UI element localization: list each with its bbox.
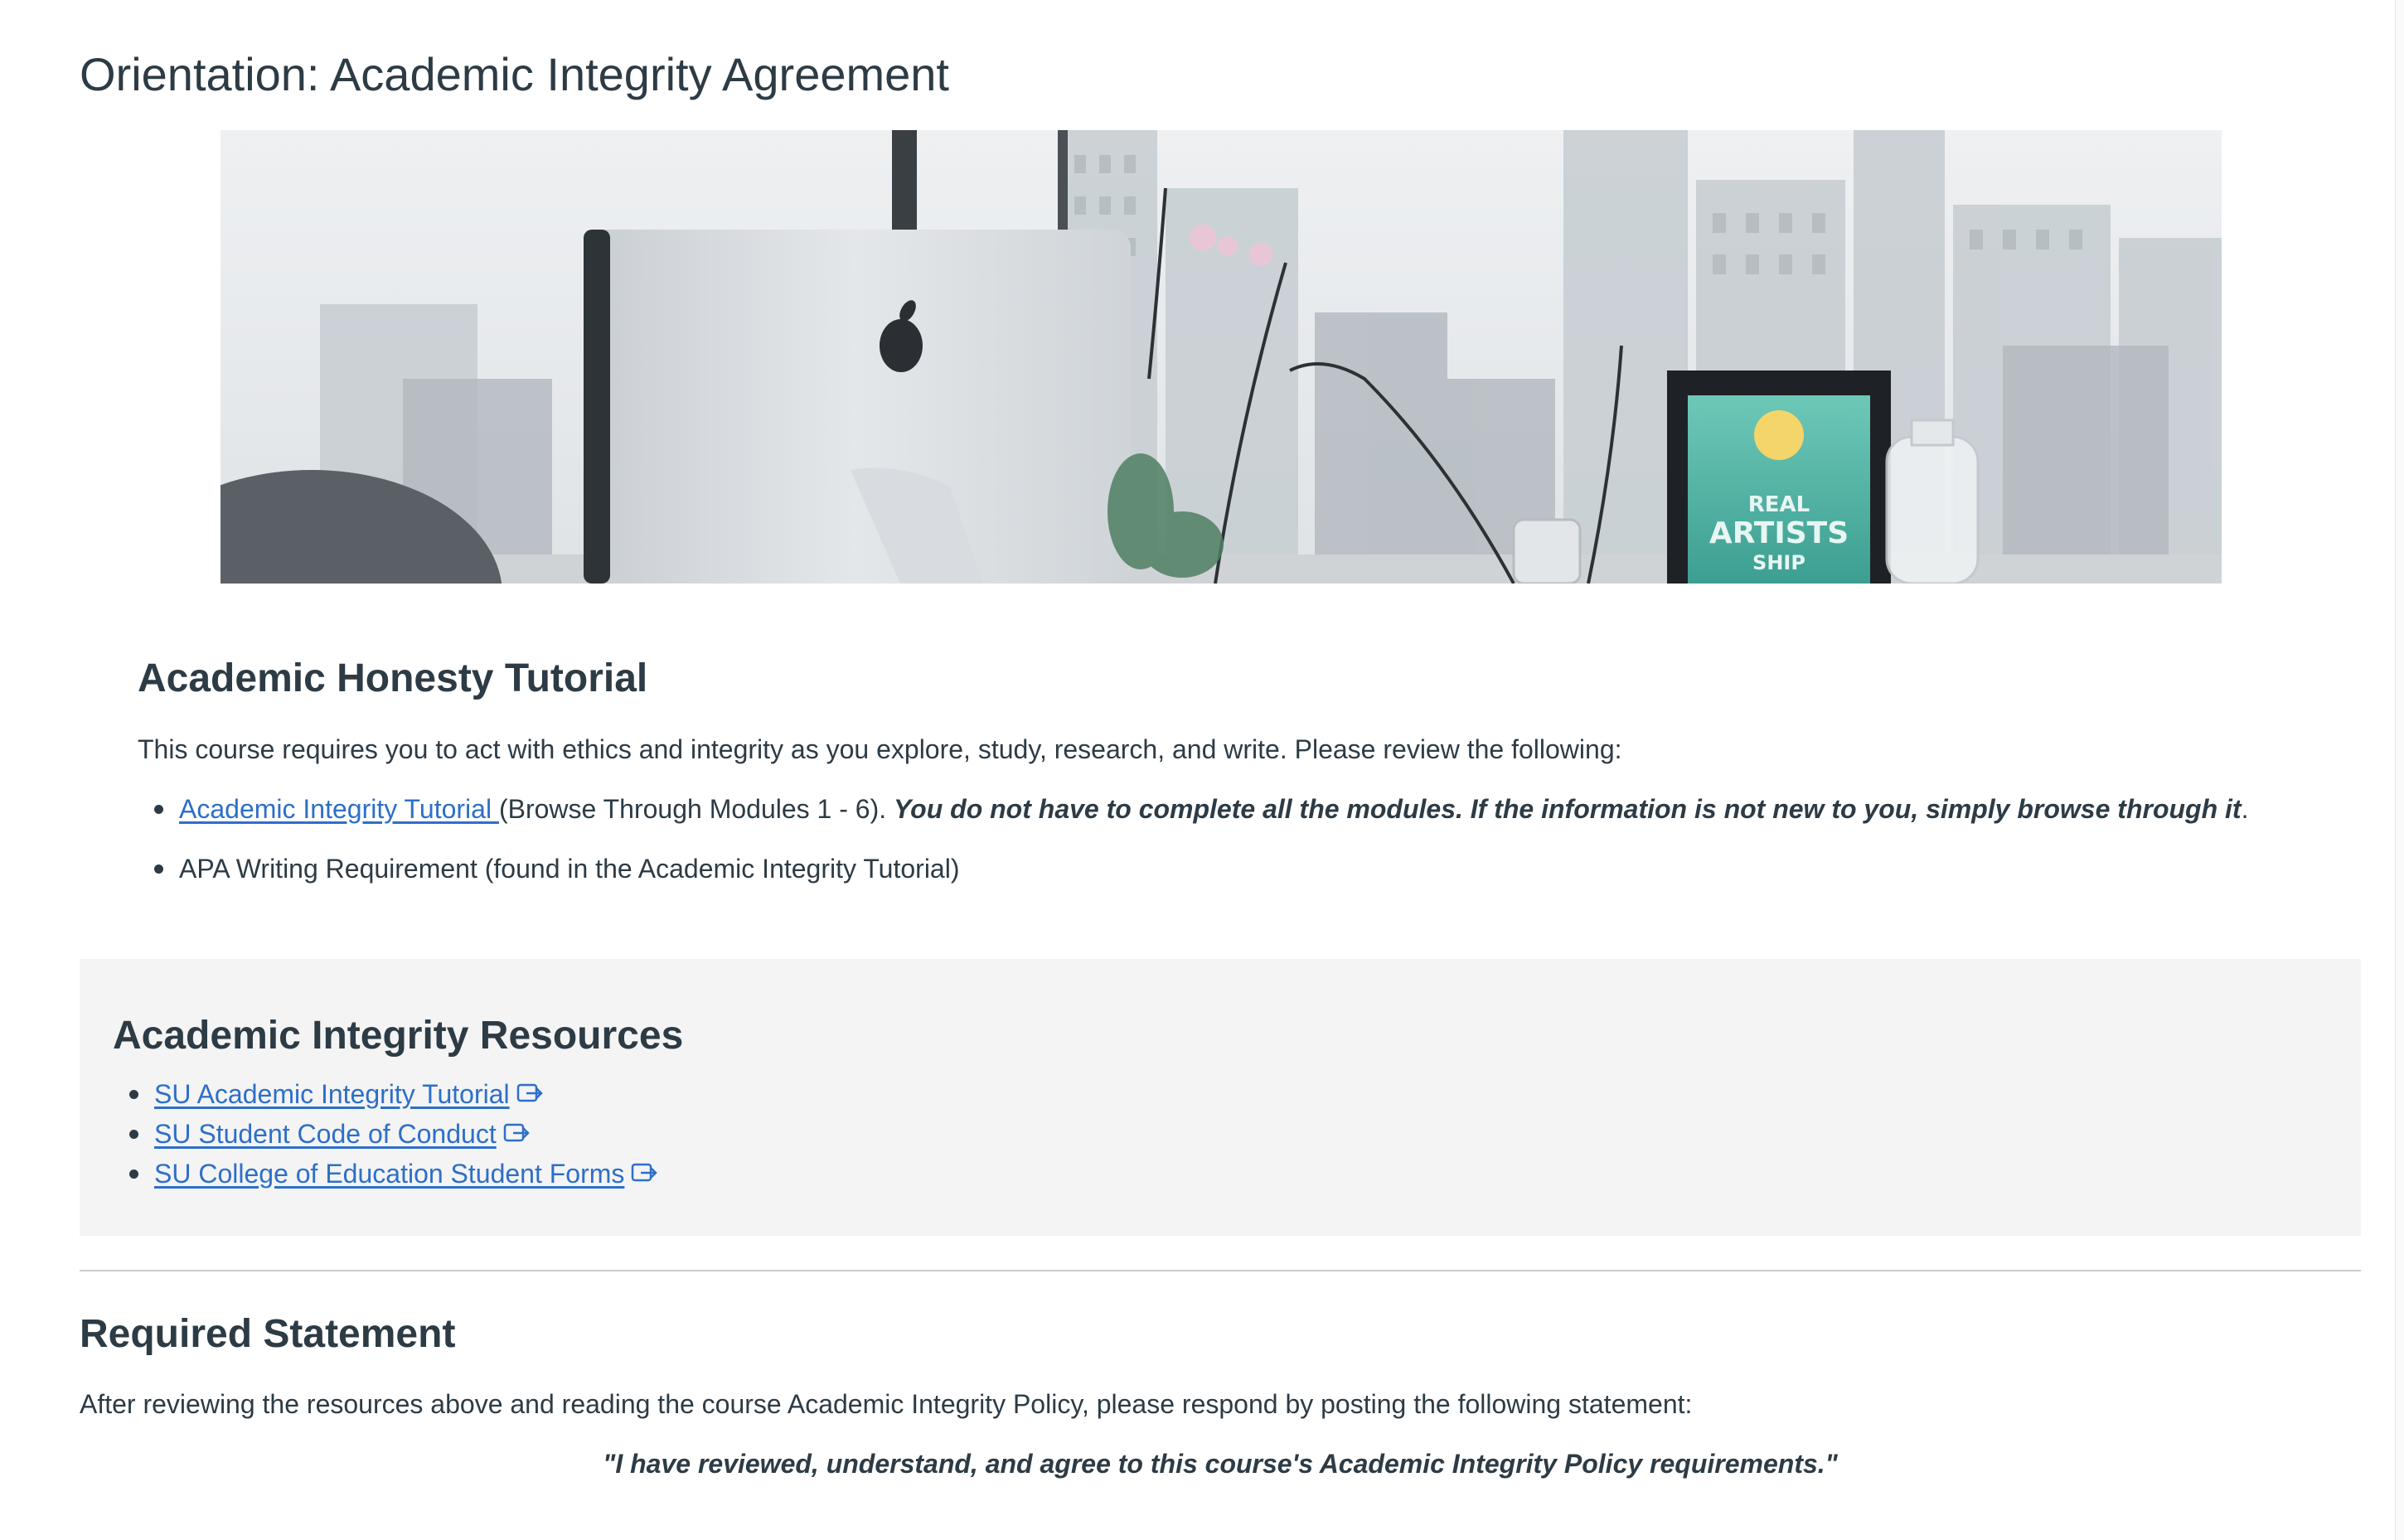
external-link-icon[interactable] bbox=[516, 1075, 545, 1115]
required-statement-instructions: After reviewing the resources above and … bbox=[80, 1389, 1693, 1419]
resources-panel: Academic Integrity Resources SU Academic… bbox=[80, 959, 2361, 1236]
resources-heading: Academic Integrity Resources bbox=[113, 1014, 684, 1058]
svg-text:REAL: REAL bbox=[1748, 492, 1810, 517]
banner-image: REAL ARTISTS SHIP bbox=[221, 130, 2222, 584]
tutorial-item-text: (Browse Through Modules 1 - 6). bbox=[498, 794, 894, 824]
required-statement-quote: "I have reviewed, understand, and agree … bbox=[603, 1449, 1838, 1479]
external-link-icon[interactable] bbox=[503, 1115, 531, 1155]
academic-integrity-tutorial-link[interactable]: Academic Integrity Tutorial bbox=[179, 794, 499, 824]
su-student-code-of-conduct-link[interactable]: SU Student Code of Conduct bbox=[154, 1119, 497, 1149]
resource-item-code-of-conduct: SU Student Code of Conduct bbox=[113, 1114, 659, 1154]
tutorial-item-period: . bbox=[2241, 794, 2249, 824]
su-academic-integrity-tutorial-link[interactable]: SU Academic Integrity Tutorial bbox=[154, 1079, 510, 1109]
tutorial-item-emphasis: You do not have to complete all the modu… bbox=[894, 794, 2242, 824]
external-link-icon[interactable] bbox=[631, 1155, 659, 1194]
svg-text:ARTISTS: ARTISTS bbox=[1709, 516, 1849, 550]
resource-item-integrity-tutorial: SU Academic Integrity Tutorial bbox=[113, 1074, 659, 1114]
svg-text:SHIP: SHIP bbox=[1752, 551, 1805, 574]
list-item-apa-requirement: APA Writing Requirement (found in the Ac… bbox=[138, 849, 2248, 889]
resources-list: SU Academic Integrity Tutorial SU Studen… bbox=[113, 1074, 659, 1194]
resource-item-student-forms: SU College of Education Student Forms bbox=[113, 1154, 659, 1194]
tutorial-list: Academic Integrity Tutorial (Browse Thro… bbox=[138, 789, 2248, 908]
tutorial-intro-text: This course requires you to act with eth… bbox=[138, 734, 1622, 764]
section-divider bbox=[80, 1270, 2361, 1271]
tutorial-heading: Academic Honesty Tutorial bbox=[138, 656, 648, 700]
required-statement-heading: Required Statement bbox=[80, 1312, 456, 1356]
page-scrollbar[interactable] bbox=[2395, 0, 2404, 1540]
su-college-of-education-student-forms-link[interactable]: SU College of Education Student Forms bbox=[154, 1159, 624, 1189]
list-item-tutorial-link: Academic Integrity Tutorial (Browse Thro… bbox=[138, 789, 2248, 829]
page-title: Orientation: Academic Integrity Agreemen… bbox=[80, 48, 949, 100]
apa-requirement-text: APA Writing Requirement (found in the Ac… bbox=[179, 854, 960, 884]
